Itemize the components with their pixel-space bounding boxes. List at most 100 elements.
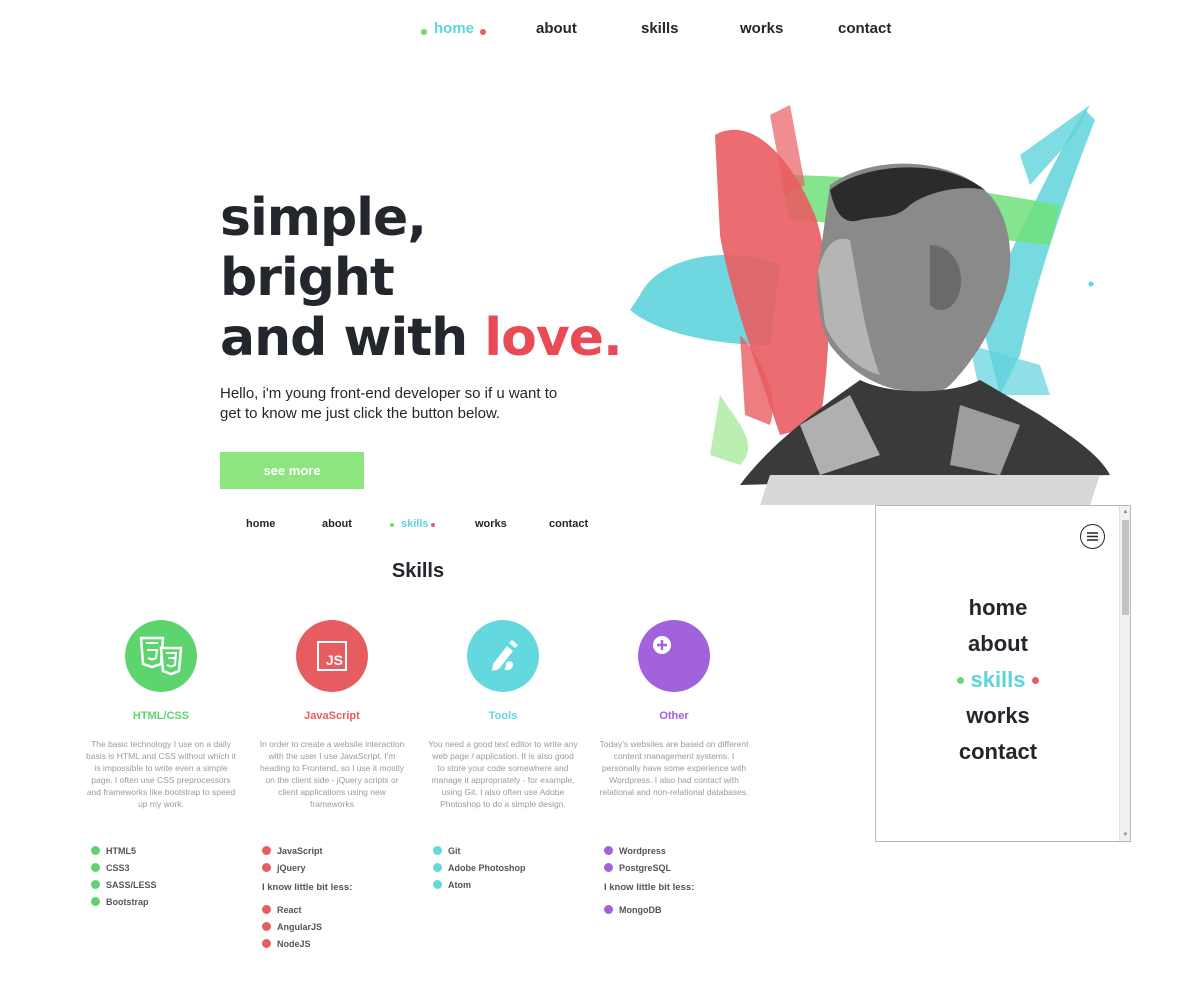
top-nav-home[interactable]: home [434,20,474,37]
list-item: Bootstrap [91,893,251,910]
list-item-label: Adobe Photoshop [448,862,526,873]
see-more-button[interactable]: see more [220,452,364,489]
top-nav-contact[interactable]: contact [838,20,891,37]
bullet-dot [604,905,613,914]
bullet-dot [433,846,442,855]
less-known-label: I know little bit less: [262,882,353,893]
scroll-thumb[interactable] [1122,520,1129,615]
bullet-dot [262,905,271,914]
section-active-dot-right [431,523,435,527]
list-item: CSS3 [91,859,251,876]
mobile-menu-skills[interactable]: skills [970,667,1025,692]
skill-list-html-css: HTML5 CSS3 SASS/LESS Bootstrap [91,842,251,910]
mobile-menu-works[interactable]: works [876,698,1120,734]
list-item-label: AngularJS [277,921,323,932]
less-known-label: I know little bit less: [604,882,695,893]
portrait-illustration [630,105,1110,505]
list-item: jQuery [262,859,422,876]
section-nav: home about skills works contact [0,518,800,534]
hero-title: simple, bright and with love. [220,188,623,368]
skills-heading: Skills [391,560,445,582]
bullet-dot [262,863,271,872]
active-dot-left [421,29,427,35]
list-item-label: CSS3 [106,862,130,873]
list-item: AngularJS [262,918,422,935]
list-item-label: Wordpress [619,845,666,856]
list-item-label: JavaScript [277,845,323,856]
mobile-menu-about[interactable]: about [876,626,1120,662]
list-item: PostgreSQL [604,859,764,876]
hero-love: love. [484,308,622,368]
list-item-label: Atom [448,879,471,890]
top-nav-skills[interactable]: skills [641,20,679,37]
skill-list-tools: Git Adobe Photoshop Atom [433,842,593,893]
hero-line-3: and with [220,308,485,368]
scroll-up-arrow-icon[interactable]: ▲ [1122,508,1129,516]
section-nav-home[interactable]: home [246,518,275,530]
skill-list-other: Wordpress PostgreSQL I know little bit l… [604,842,764,918]
skill-col-other: Other Today's websites are based on diff… [599,620,749,798]
menu-scrollbar[interactable]: ▲ ▼ [1119,506,1130,841]
skill-title-tools: Tools [488,710,518,722]
skill-title-other: Other [659,710,689,722]
section-nav-about[interactable]: about [322,518,352,530]
bullet-dot [91,863,100,872]
menu-active-dot-left [957,676,965,684]
hamburger-menu-button[interactable] [1080,524,1105,549]
list-item: HTML5 [91,842,251,859]
skill-title-html-css: HTML/CSS [132,710,190,722]
list-item-label: NodeJS [277,938,311,949]
menu-active-dot-right [1031,676,1039,684]
bullet-dot [91,880,100,889]
top-nav-about[interactable]: about [536,20,577,37]
skill-col-html-css: HTML/CSS The basic technology I use on a… [86,620,236,810]
list-item: Atom [433,876,593,893]
skill-desc-html-css: The basic technology I use on a daily ba… [86,739,236,809]
hamburger-icon [1087,532,1098,541]
js-icon: JS [296,620,368,692]
list-item: React [262,901,422,918]
list-item: Adobe Photoshop [433,859,593,876]
top-nav-works[interactable]: works [740,20,783,37]
list-item: MongoDB [604,901,764,918]
bullet-dot [262,922,271,931]
skill-list-javascript: JavaScript jQuery I know little bit less… [262,842,422,952]
mobile-menu-home[interactable]: home [876,590,1120,626]
bullet-dot [91,897,100,906]
section-nav-works[interactable]: works [475,518,507,530]
bullet-dot [91,846,100,855]
list-item: Git [433,842,593,859]
skill-title-javascript: JavaScript [304,710,360,722]
bullet-dot [433,880,442,889]
bullet-dot [604,863,613,872]
plus-circle-icon [638,620,710,692]
top-nav: home about skills works contact [0,20,1200,44]
list-item: SASS/LESS [91,876,251,893]
bullet-dot [262,846,271,855]
list-item: NodeJS [262,935,422,952]
hero-line-1: simple, [220,188,427,248]
skill-col-javascript: JS JavaScript In order to create a websi… [257,620,407,810]
pencil-brush-icon [467,620,539,692]
section-nav-skills[interactable]: skills [401,518,429,530]
bullet-dot [262,939,271,948]
list-item-label: MongoDB [619,904,662,915]
hero-line-2: bright [220,248,395,308]
mobile-menu-list: home about skills works contact [876,590,1120,770]
active-dot-right [480,29,486,35]
list-item-label: Git [448,845,461,856]
section-nav-contact[interactable]: contact [549,518,588,530]
list-item-label: PostgreSQL [619,862,672,873]
skill-col-tools: Tools You need a good text editor to wri… [428,620,578,810]
bullet-dot [433,863,442,872]
list-item-label: HTML5 [106,845,136,856]
skill-desc-tools: You need a good text editor to write any… [428,739,578,809]
skill-desc-javascript: In order to create a website interaction… [259,739,405,809]
list-item-label: Bootstrap [106,896,149,907]
mobile-menu-contact[interactable]: contact [876,734,1120,770]
scroll-down-arrow-icon[interactable]: ▼ [1122,831,1129,839]
skill-desc-other: Today's websites are based on different … [599,739,749,797]
html5-css3-icon [125,620,197,692]
list-item-label: jQuery [277,862,306,873]
list-item-label: React [277,904,302,915]
